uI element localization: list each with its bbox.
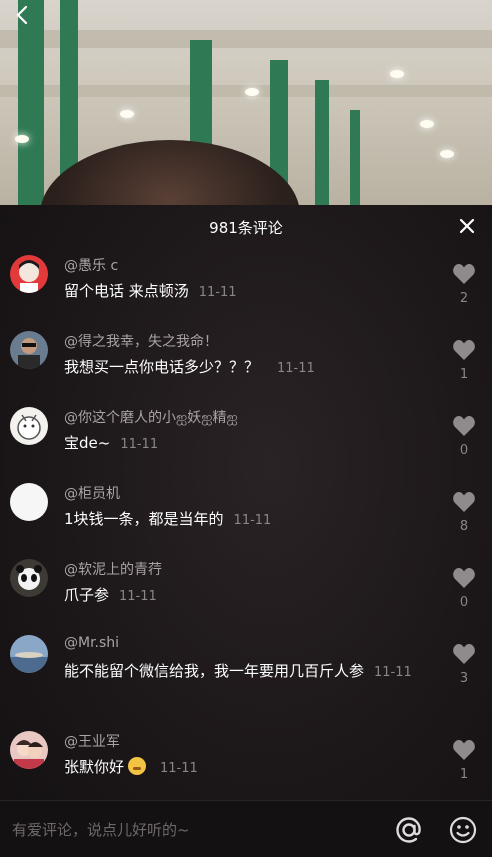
- like-button[interactable]: 1: [452, 739, 476, 782]
- comment-item: @你这个磨人的小ஐ妖ஐ精ஐ 宝de~ 11-11 0: [0, 405, 492, 475]
- comment-time: 11-11: [277, 361, 315, 376]
- ceiling-light: [15, 135, 29, 143]
- comment-input-bar: 有爱评论，说点儿好听的~: [0, 800, 492, 857]
- comment-time: 11-11: [374, 665, 412, 680]
- comments-panel: 981条评论 @愚乐 c 留个电话 来点顿汤 11-11 2 @得之我幸，失之我…: [0, 205, 492, 856]
- comment-body: 宝de~: [64, 434, 111, 452]
- heart-icon: [453, 492, 475, 512]
- heart-icon: [453, 568, 475, 588]
- comment-time: 11-11: [160, 761, 198, 776]
- comment-item: @王业军 张默你好 11-11 1: [0, 729, 492, 799]
- comment-username[interactable]: @你这个磨人的小ஐ妖ஐ精ஐ: [64, 407, 238, 428]
- emoji-button[interactable]: [448, 815, 478, 845]
- comment-time: 11-11: [198, 285, 237, 300]
- comment-text: 我想买一点你电话多少？？？ 11-11: [64, 355, 424, 381]
- avatar[interactable]: [10, 559, 48, 597]
- avatar[interactable]: [10, 255, 48, 293]
- close-icon: [459, 218, 475, 234]
- ceiling-light: [390, 70, 404, 78]
- comment-item: @Mr.shi 能不能留个微信给我，我一年要用几百斤人参 11-11 3: [0, 633, 492, 729]
- comment-time: 11-11: [119, 589, 157, 604]
- comment-username[interactable]: @愚乐 c: [64, 255, 118, 275]
- avatar[interactable]: [10, 331, 48, 369]
- avatar[interactable]: [10, 483, 48, 521]
- comment-body: 爪子参: [64, 586, 110, 604]
- comment-body: 我想买一点你电话多少？？？: [64, 358, 260, 376]
- like-button[interactable]: 2: [452, 263, 476, 306]
- heart-icon: [453, 340, 475, 360]
- heart-icon: [453, 416, 475, 436]
- like-button[interactable]: 1: [452, 339, 476, 382]
- green-pillar: [350, 110, 360, 205]
- thinking-emoji-icon: [128, 757, 147, 775]
- avatar[interactable]: [10, 731, 48, 769]
- mention-button[interactable]: [394, 815, 424, 845]
- comment-body: 能不能留个微信给我，我一年要用几百斤人参: [64, 662, 365, 680]
- comment-text: 宝de~ 11-11: [64, 431, 424, 457]
- ceiling-light: [120, 110, 134, 118]
- comment-input[interactable]: 有爱评论，说点儿好听的~: [12, 819, 190, 840]
- avatar[interactable]: [10, 635, 48, 673]
- green-pillar: [18, 0, 44, 205]
- comment-time: 11-11: [120, 437, 159, 452]
- comment-item: @得之我幸，失之我命！ 我想买一点你电话多少？？？ 11-11 1: [0, 329, 492, 399]
- heart-icon: [453, 644, 475, 664]
- ceiling-light: [440, 150, 454, 158]
- close-button[interactable]: [456, 215, 478, 237]
- video-background: [0, 0, 492, 205]
- comment-time: 11-11: [233, 513, 272, 528]
- comment-item: @愚乐 c 留个电话 来点顿汤 11-11 2: [0, 253, 492, 323]
- like-count: 3: [459, 671, 469, 686]
- comment-body: 1块钱一条，都是当年的: [64, 510, 224, 528]
- like-count: 1: [459, 767, 469, 782]
- comment-username[interactable]: @王业军: [64, 731, 120, 751]
- comment-text: 1块钱一条，都是当年的 11-11: [64, 507, 424, 533]
- comment-text: 爪子参 11-11: [64, 583, 424, 609]
- person-head: [40, 140, 300, 205]
- avatar[interactable]: [10, 407, 48, 445]
- comment-body: 留个电话 来点顿汤: [64, 282, 189, 300]
- at-sign-icon: [396, 817, 421, 843]
- back-button[interactable]: [12, 4, 34, 26]
- comment-username[interactable]: @得之我幸，失之我命！: [64, 331, 218, 351]
- comment-text: 张默你好 11-11: [64, 755, 424, 781]
- comment-item: @软泥上的青荇 爪子参 11-11 0: [0, 557, 492, 627]
- smiley-icon: [449, 816, 477, 844]
- comment-username[interactable]: @Mr.shi: [64, 635, 119, 651]
- like-count: 0: [459, 443, 469, 458]
- like-count: 1: [459, 367, 469, 382]
- comment-username[interactable]: @软泥上的青荇: [64, 559, 162, 579]
- like-button[interactable]: 3: [452, 643, 476, 686]
- like-count: 0: [459, 595, 469, 610]
- ceiling-light: [245, 88, 259, 96]
- comment-username[interactable]: @柜员机: [64, 483, 120, 503]
- chevron-left-icon: [16, 5, 28, 25]
- like-count: 8: [459, 519, 469, 534]
- comment-count-title: 981条评论: [209, 219, 283, 237]
- heart-icon: [453, 740, 475, 760]
- panel-header: 981条评论: [0, 205, 492, 249]
- heart-icon: [453, 264, 475, 284]
- like-button[interactable]: 0: [452, 415, 476, 458]
- ceiling-light: [420, 120, 434, 128]
- like-button[interactable]: 0: [452, 567, 476, 610]
- comment-text: 留个电话 来点顿汤 11-11: [64, 279, 424, 305]
- comment-item: @柜员机 1块钱一条，都是当年的 11-11 8: [0, 481, 492, 551]
- green-pillar: [315, 80, 329, 205]
- like-button[interactable]: 8: [452, 491, 476, 534]
- comment-text: 能不能留个微信给我，我一年要用几百斤人参 11-11: [64, 659, 424, 685]
- comment-body: 张默你好: [64, 758, 125, 776]
- like-count: 2: [459, 291, 469, 306]
